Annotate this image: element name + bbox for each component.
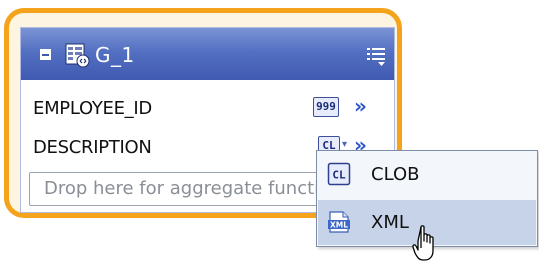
menu-item-clob[interactable]: CL CLOB [318,152,536,197]
field-name: DESCRIPTION [33,137,152,158]
xml-icon-text: XML [330,221,348,230]
group-menu-icon[interactable] [364,44,388,68]
group-header[interactable]: G_1 [21,28,394,80]
drop-zone-placeholder: Drop here for aggregate functions [44,178,351,199]
clob-icon: CL [327,162,351,186]
collapse-icon[interactable] [40,49,51,60]
field-name: EMPLOYEE_ID [33,98,152,119]
clob-icon-text: CL [332,169,346,182]
data-group-icon [65,43,90,68]
menu-item-label: XML [371,212,409,233]
field-row-employee-id[interactable]: EMPLOYEE_ID 999 » [21,91,394,127]
field-arrow-icon[interactable]: » [354,94,367,118]
hand-cursor-icon [412,225,434,261]
menu-item-label: CLOB [371,164,420,185]
number-type-icon: 999 [313,97,339,117]
group-title: G_1 [95,43,135,67]
xml-icon: XML [328,211,350,233]
